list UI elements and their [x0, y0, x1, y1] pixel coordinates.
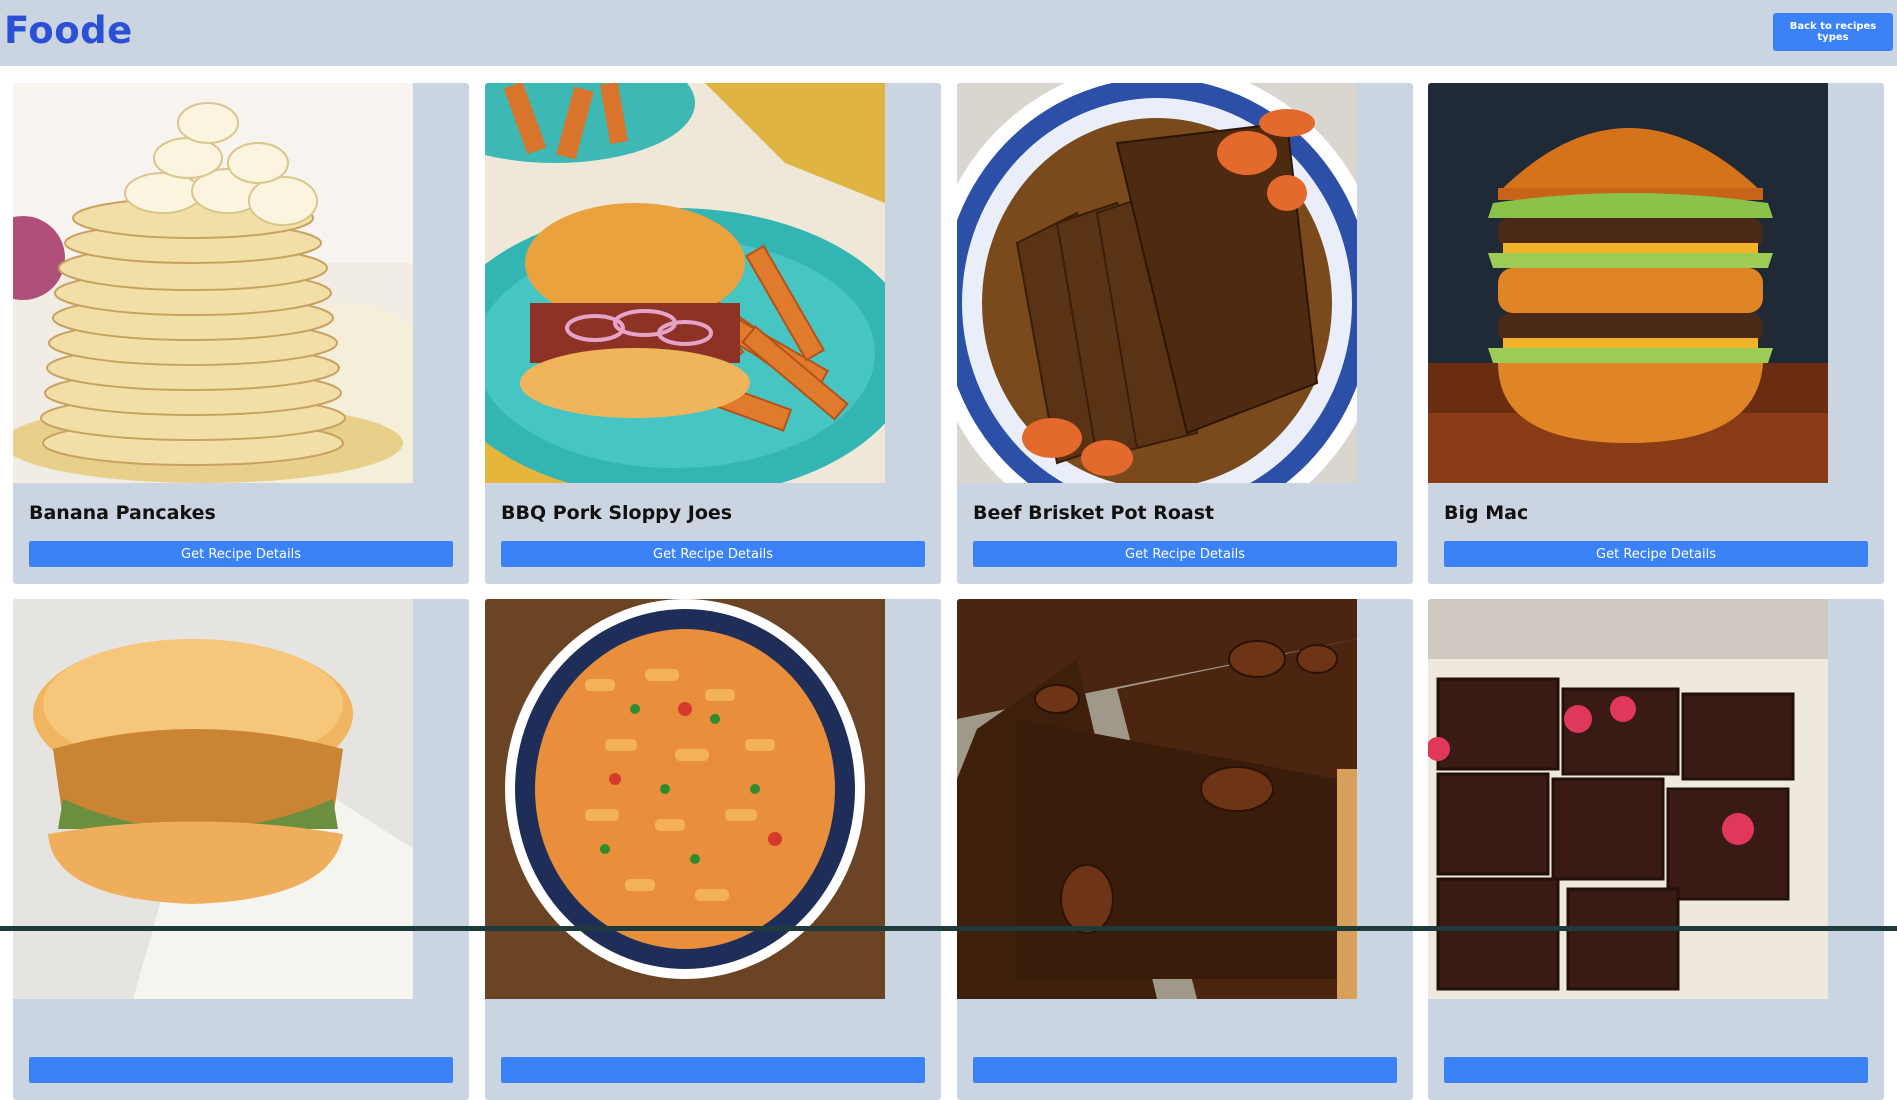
recipe-grid: Banana Pancakes Get Recipe Details BBQ P…: [0, 0, 1897, 1100]
recipe-title: Banana Pancakes: [29, 502, 216, 524]
recipe-card: Beef Brisket Pot Roast Get Recipe Detail…: [957, 83, 1413, 584]
get-recipe-details-button[interactable]: [501, 1057, 925, 1083]
recipe-title: Big Mac: [1444, 502, 1529, 524]
get-recipe-details-button[interactable]: [973, 1057, 1397, 1083]
sloppy-joes-image: [485, 83, 885, 483]
brisket-image: [957, 83, 1357, 483]
bottom-edge-bar: [0, 926, 1897, 931]
get-recipe-details-button[interactable]: Get Recipe Details: [29, 541, 453, 567]
big-mac-image: [1428, 83, 1828, 483]
banana-pancakes-image: [13, 83, 413, 483]
recipe-card: Banana Pancakes Get Recipe Details: [13, 83, 469, 584]
recipe-card: [957, 599, 1413, 1100]
recipe-card: [13, 599, 469, 1100]
recipe-title: Beef Brisket Pot Roast: [973, 502, 1215, 524]
get-recipe-details-button[interactable]: [1444, 1057, 1868, 1083]
get-recipe-details-button[interactable]: Get Recipe Details: [1444, 541, 1868, 567]
get-recipe-details-button[interactable]: Get Recipe Details: [501, 541, 925, 567]
recipe-card: BBQ Pork Sloppy Joes Get Recipe Details: [485, 83, 941, 584]
chicken-sandwich-image: [13, 599, 413, 999]
recipe-card: [485, 599, 941, 1100]
recipe-card: Big Mac Get Recipe Details: [1428, 83, 1884, 584]
recipe-card: [1428, 599, 1884, 1100]
get-recipe-details-button[interactable]: Get Recipe Details: [973, 541, 1397, 567]
recipe-title: BBQ Pork Sloppy Joes: [501, 502, 733, 524]
pasta-bowl-image: [485, 599, 885, 999]
pecan-pie-image: [957, 599, 1357, 999]
get-recipe-details-button[interactable]: [29, 1057, 453, 1083]
brownies-image: [1428, 599, 1828, 999]
